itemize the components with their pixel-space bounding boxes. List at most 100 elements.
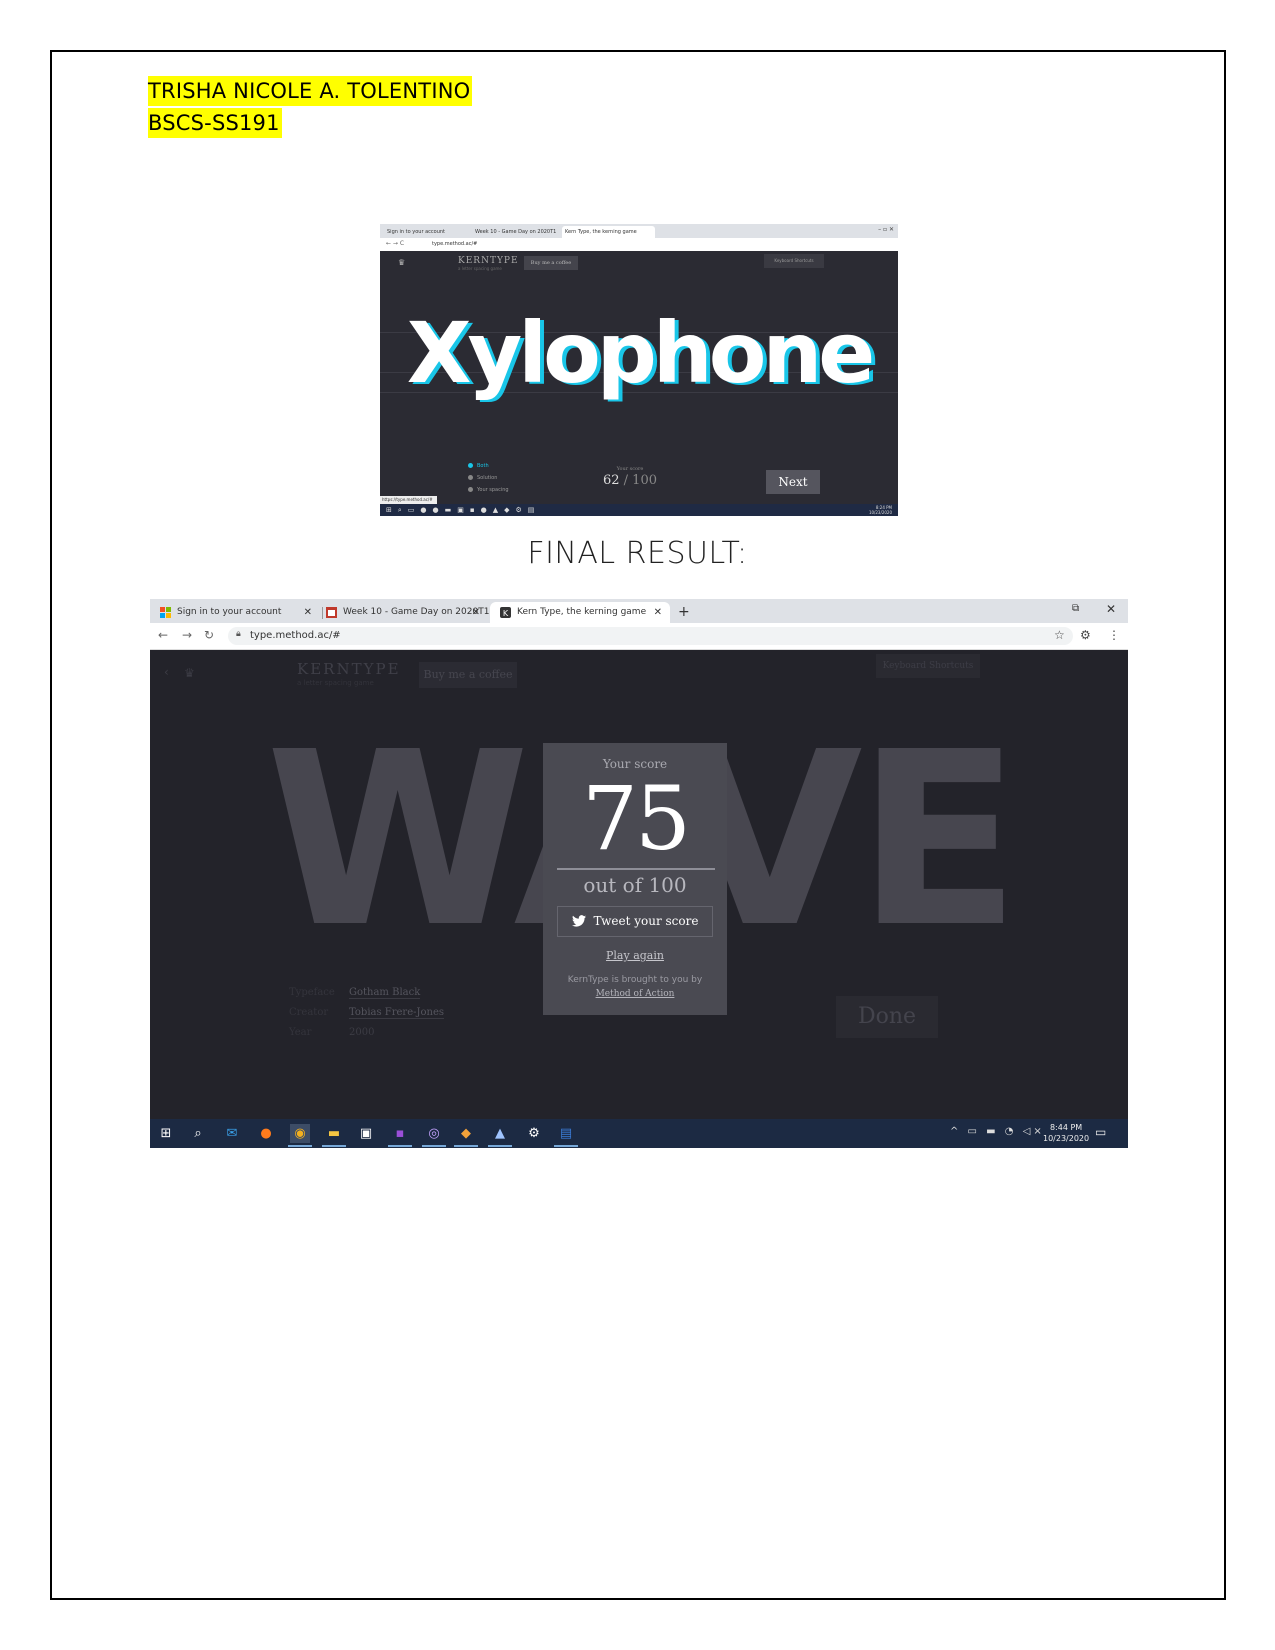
active-indicator [288, 1145, 312, 1147]
tweet-score-button[interactable]: Tweet your score [557, 906, 713, 937]
credit-text: KernType is brought to you by Method of … [567, 975, 703, 999]
student-name: TRISHA NICOLE A. TOLENTINO [148, 76, 473, 106]
start-icon[interactable]: ⊞ [156, 1124, 176, 1143]
typeface-label: Typeface [289, 987, 335, 998]
reload-icon[interactable]: ↻ [204, 628, 214, 642]
course-icon [326, 606, 337, 618]
next-button[interactable]: Next [766, 470, 820, 494]
lock-icon: 🔒︎ [236, 629, 241, 639]
forward-icon[interactable]: → [182, 628, 192, 642]
browser-address-bar: ← → ↻ 🔒︎ type.method.ac/# ☆ ⚙ ⋮ [150, 623, 1128, 650]
back-arrow-icon[interactable]: ‹ [164, 665, 169, 679]
chrome-icon[interactable]: ◉ [290, 1124, 310, 1143]
done-button[interactable]: Done [836, 996, 938, 1038]
option-both[interactable]: Both [468, 460, 509, 472]
url-text[interactable]: type.method.ac/# [250, 630, 341, 641]
store-icon[interactable]: ▣ [356, 1124, 376, 1143]
kerntype-tagline: a letter spacing game [297, 679, 374, 687]
restore-icon[interactable]: ⧉ [1072, 603, 1079, 614]
option-solution[interactable]: Solution [468, 472, 509, 484]
close-icon[interactable]: ✕ [304, 602, 312, 623]
option-your-spacing[interactable]: Your spacing [468, 484, 509, 496]
view-options: Both Solution Your spacing [468, 460, 509, 496]
crown-icon[interactable]: ♛ [398, 258, 405, 267]
score-label: Your score [616, 466, 644, 472]
student-section: BSCS-SS191 [148, 108, 282, 138]
status-url: https://type.method.ac/# [380, 496, 437, 504]
taskbar-clock[interactable]: 8:24 PM 10/23/2020 [869, 505, 892, 515]
play-again-link[interactable]: Play again [543, 949, 727, 962]
screenshot-final-result: Sign in to your account ✕ Week 10 - Game… [150, 599, 1128, 1148]
system-tray-icons[interactable]: ^ ▭ ▬ ◔ ◁× [950, 1126, 1045, 1137]
browser-tabbar: Sign in to your account ✕ Week 10 - Game… [150, 599, 1128, 623]
word-icon[interactable]: ▤ [556, 1124, 576, 1143]
kerning-word[interactable]: Xylophone [380, 304, 898, 402]
taskbar-clock[interactable]: 8:44 PM 10/23/2020 [1043, 1122, 1089, 1144]
screenshot-xylophone: Sign in to your account Week 10 - Game D… [380, 224, 898, 516]
browser-tabbar: Sign in to your account Week 10 - Game D… [380, 224, 898, 238]
buy-coffee-button[interactable]: Buy me a coffee [524, 256, 578, 270]
menu-icon[interactable]: ⋮ [1108, 628, 1120, 642]
typeface-link[interactable]: Gotham Black [349, 987, 421, 999]
notification-icon[interactable]: ▭ [1095, 1125, 1106, 1139]
back-icon[interactable]: ← [158, 628, 168, 642]
radio-icon [468, 487, 473, 492]
kerntype-logo[interactable]: KERNTYPE [458, 256, 519, 266]
typeface-info: Typeface Gotham Black Creator Tobias Frere… [289, 983, 445, 1043]
k-icon: K [500, 606, 511, 618]
close-icon[interactable]: ✕ [472, 602, 480, 623]
keyboard-shortcuts-button[interactable]: Keyboard Shortcuts [876, 654, 980, 678]
firefox-icon[interactable]: ● [256, 1124, 276, 1143]
tab-kerntype[interactable]: K Kern Type, the kerning game ✕ [490, 602, 670, 623]
new-tab-icon[interactable]: + [678, 602, 690, 623]
browser-address-bar[interactable]: ← → C type.method.ac/# [380, 238, 898, 251]
tab-week-10[interactable]: Week 10 - Game Day on 2020T1 [472, 226, 563, 238]
close-icon[interactable]: ✕ [654, 602, 662, 623]
tab-sign-in[interactable]: Sign in to your account [384, 226, 473, 238]
mail-icon[interactable]: ✉ [222, 1124, 242, 1143]
kerntype-logo[interactable]: KERNTYPE [297, 660, 401, 678]
active-indicator [554, 1145, 578, 1147]
file-explorer-icon[interactable]: ▬ [324, 1124, 344, 1143]
score-card: Your score 75 out of 100 Tweet your scor… [543, 743, 727, 1015]
score-value: 62 / 100 [602, 473, 657, 488]
score-value: 75 [582, 767, 691, 870]
microsoft-icon [160, 606, 171, 618]
windows-taskbar: ⊞⌕▭●●▬▣▪●▲◆⚙▤ 8:24 PM 10/23/2020 [380, 504, 898, 516]
active-indicator [488, 1145, 512, 1147]
score-divider [557, 868, 715, 870]
final-result-heading: FINAL RESULT: [527, 536, 748, 571]
nav-arrows-icon[interactable]: ← → C [386, 240, 404, 247]
taskbar-icons[interactable]: ⊞⌕▭●●▬▣▪●▲◆⚙▤ [386, 506, 540, 515]
sublime-icon[interactable]: ◆ [456, 1124, 476, 1143]
year-value: 2000 [349, 1027, 375, 1038]
creator-link[interactable]: Tobias Frere-Jones [349, 1007, 445, 1019]
active-indicator [422, 1145, 446, 1147]
kerntype-tagline: a letter spacing game [458, 266, 502, 271]
settings-icon[interactable]: ⚙ [524, 1124, 544, 1143]
extension-icon[interactable]: ⚙ [1080, 628, 1091, 642]
creator-label: Creator [289, 1007, 329, 1018]
radio-icon [468, 463, 473, 468]
tab-week-10[interactable]: Week 10 - Game Day on 2020T1 ✕ [316, 602, 489, 623]
star-icon[interactable]: ☆ [1054, 628, 1065, 642]
window-close-icon[interactable]: ✕ [1106, 602, 1116, 616]
crown-icon[interactable]: ♛ [184, 666, 195, 680]
active-indicator [454, 1145, 478, 1147]
radio-icon [468, 475, 473, 480]
url-field[interactable]: 🔒︎ type.method.ac/# [228, 627, 1073, 645]
tab-sign-in[interactable]: Sign in to your account ✕ [150, 602, 320, 623]
keyboard-shortcuts-button[interactable]: Keyboard Shortcuts [764, 254, 824, 268]
tab-kerntype[interactable]: Kern Type, the kerning game [562, 226, 655, 238]
svg-text:K: K [503, 609, 509, 618]
snip-icon[interactable]: ▲ [490, 1124, 510, 1143]
buy-coffee-button[interactable]: Buy me a coffee [419, 662, 517, 688]
score-out-of: out of 100 [583, 873, 687, 897]
app-icon[interactable]: ◎ [424, 1124, 444, 1143]
url-text[interactable]: type.method.ac/# [432, 241, 477, 247]
search-icon[interactable]: ⌕ [188, 1124, 208, 1143]
onenote-icon[interactable]: ▪ [390, 1124, 410, 1143]
student-header: TRISHA NICOLE A. TOLENTINO BSCS-SS191 [148, 76, 473, 138]
window-controls-icon[interactable]: – ▫ ✕ [878, 226, 894, 233]
method-of-action-link[interactable]: Method of Action [596, 989, 675, 999]
